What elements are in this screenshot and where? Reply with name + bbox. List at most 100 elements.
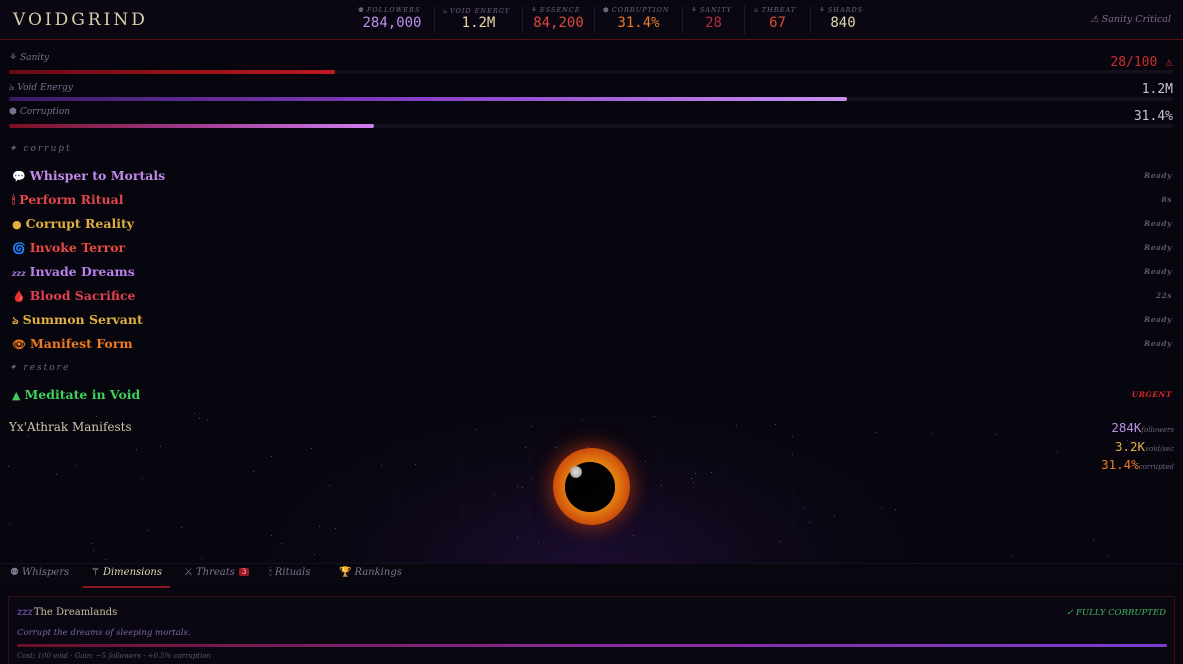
star	[194, 413, 195, 414]
meditate-icon: ▲	[12, 389, 21, 402]
dimension-description: Corrupt the dreams of sleeping mortals.	[17, 628, 191, 638]
stat-threat: ⚔ THREAT 67	[745, 6, 811, 34]
dimension-title: zzzThe Dreamlands	[17, 607, 118, 618]
action-status: URGENT	[1131, 390, 1172, 399]
essence-icon: ⚘	[531, 6, 538, 14]
star	[517, 537, 518, 538]
stat-essence: ⚘ ESSENCE 84,200	[523, 6, 595, 34]
action-meditate-in-void[interactable]: ▲ Meditate in Void URGENT	[12, 385, 1172, 407]
star	[792, 454, 793, 455]
action-name: ▲ Meditate in Void	[12, 387, 141, 402]
star	[105, 559, 106, 560]
star	[895, 509, 896, 510]
star	[475, 429, 476, 430]
action-invade-dreams[interactable]: zzz Invade Dreams Ready	[12, 262, 1172, 284]
manifest-corruption: 31.4%corrupted	[1101, 457, 1174, 472]
bar-fill	[9, 97, 848, 101]
void-eye[interactable]	[553, 448, 630, 525]
star	[381, 465, 382, 466]
sanity-bar: ⚘ Sanity 28/100 ⚠	[9, 53, 1173, 79]
star	[555, 447, 556, 448]
tentacle-icon: ঌ	[12, 314, 19, 327]
candle-icon: 🕯	[12, 194, 16, 207]
star	[314, 554, 315, 555]
action-name: 💬 Whisper to Mortals	[12, 168, 166, 183]
stat-followers: ⚉ FOLLOWERS 284,000	[350, 6, 435, 34]
star	[661, 485, 662, 486]
star	[56, 474, 57, 475]
star	[522, 487, 523, 488]
star	[335, 528, 336, 529]
stat-label: ⚔ THREAT	[753, 6, 797, 14]
action-manifest-form[interactable]: 👁 Manifest Form Ready	[12, 334, 1172, 356]
action-status: Ready	[1144, 219, 1172, 228]
action-blood-sacrifice[interactable]: 🩸 Blood Sacrifice 22s	[12, 286, 1172, 308]
star	[1057, 452, 1058, 453]
star	[271, 535, 272, 536]
star	[695, 473, 696, 474]
sanity-alert: ⚠ Sanity Critical	[1090, 14, 1171, 25]
corruption-bar: ⬢ Corruption 31.4%	[9, 107, 1173, 133]
shards-icon: ⚘	[819, 6, 826, 14]
app-logo: VOIDGRIND	[13, 10, 148, 30]
action-name: 🩸 Blood Sacrifice	[12, 288, 136, 303]
tab-rituals[interactable]: 🕯 Rituals	[269, 567, 310, 588]
action-name: 🕯 Perform Ritual	[12, 192, 124, 207]
orb-icon: ●	[12, 218, 22, 231]
star	[92, 543, 93, 544]
speech-bubble-icon: 💬	[12, 170, 26, 183]
star	[281, 543, 282, 544]
dimensions-icon: ⚚	[91, 567, 100, 578]
eye-icon: 👁	[12, 338, 26, 351]
void-icon: ঌ	[9, 83, 15, 93]
action-perform-ritual[interactable]: 🕯 Perform Ritual 8s	[12, 190, 1172, 212]
action-status: Ready	[1144, 267, 1172, 276]
stat-shards: ⚘ SHARDS 840	[811, 6, 875, 34]
void-icon: ঌ	[443, 7, 448, 15]
star	[531, 478, 532, 479]
spiral-icon: 🌀	[12, 242, 26, 255]
tab-rankings[interactable]: 🏆 Rankings	[339, 567, 402, 588]
threat-icon: ⚔	[753, 6, 760, 14]
manifest-followers: 284Kfollowers	[1111, 420, 1174, 435]
action-corrupt-reality[interactable]: ● Corrupt Reality Ready	[12, 214, 1172, 236]
bar-fill	[9, 70, 335, 74]
stat-value: 84,200	[533, 15, 584, 31]
manifest-title: Yx'Athrak Manifests	[9, 420, 132, 434]
star	[415, 464, 416, 465]
star	[319, 526, 320, 527]
top-bar: VOIDGRIND ⚉ FOLLOWERS 284,000 ঌ VOID ENERG…	[0, 0, 1183, 40]
star	[881, 507, 882, 508]
tab-threats[interactable]: ⚔ Threats 3	[184, 567, 250, 588]
bar-label: ⬢ Corruption	[9, 107, 71, 117]
stat-label: ⚘ SHARDS	[819, 6, 864, 14]
star	[136, 449, 137, 450]
corruption-icon: ⬢	[9, 107, 17, 117]
star	[582, 420, 583, 421]
whispers-icon: ⚉	[10, 567, 19, 578]
action-invoke-terror[interactable]: 🌀 Invoke Terror Ready	[12, 238, 1172, 260]
tab-dimensions[interactable]: ⚚ Dimensions	[83, 567, 170, 588]
bar-track	[9, 124, 1173, 128]
action-summon-servant[interactable]: ঌ Summon Servant Ready	[12, 310, 1172, 332]
action-status: Ready	[1144, 315, 1172, 324]
bar-fill	[9, 124, 375, 128]
manifest-void-rate: 3.2Kvoid/sec	[1114, 439, 1174, 454]
stat-void-energy: ঌ VOID ENERGY 1.2M	[435, 6, 523, 34]
star	[517, 486, 518, 487]
star	[693, 482, 694, 483]
star	[201, 558, 202, 559]
star	[142, 478, 143, 479]
stat-value: 31.4%	[617, 15, 660, 31]
dimension-card[interactable]: zzzThe Dreamlands ✓ FULLY CORRUPTED Corr…	[8, 596, 1175, 664]
action-whisper-to-mortals[interactable]: 💬 Whisper to Mortals Ready	[12, 166, 1172, 188]
star	[160, 446, 161, 447]
star	[1108, 556, 1109, 557]
void-energy-bar: ঌ Void Energy 1.2M	[9, 80, 1173, 106]
star	[633, 535, 634, 536]
star	[876, 432, 877, 433]
star	[494, 494, 495, 495]
star	[329, 485, 330, 486]
stat-label: ঌ VOID ENERGY	[443, 7, 511, 15]
tab-whispers[interactable]: ⚉ Whispers	[10, 567, 69, 588]
